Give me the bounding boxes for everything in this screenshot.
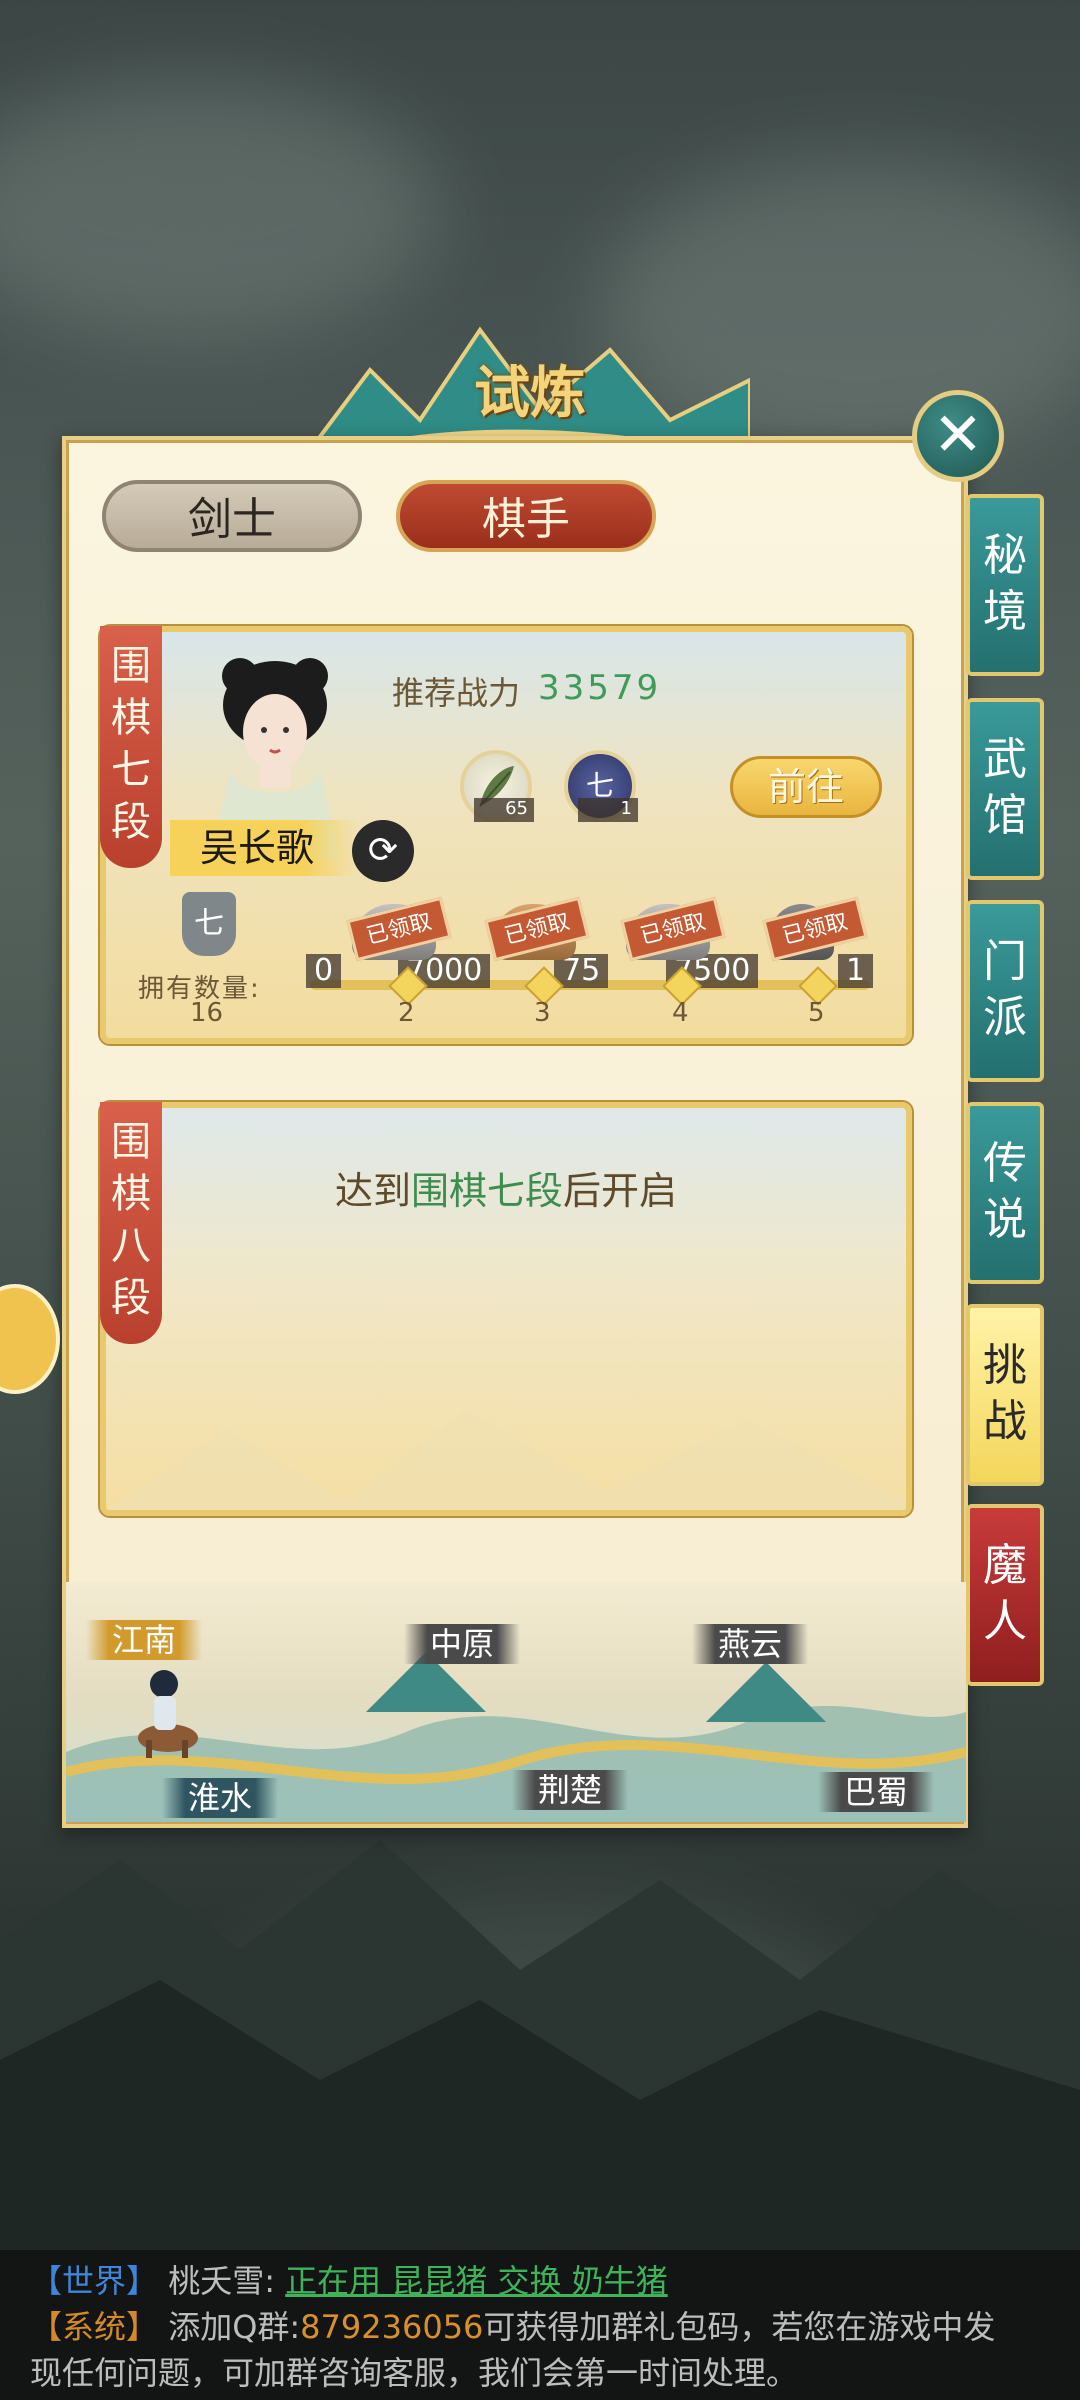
- chat-system-post: 可获得加群礼包码，若您在游戏中发: [483, 2308, 996, 2346]
- close-icon: ✕: [932, 400, 984, 470]
- chat-message-link[interactable]: 正在用 昆昆猪 交换 奶牛猪: [285, 2262, 668, 2300]
- reward-amount-5: 1: [838, 954, 874, 988]
- side-tab-demon[interactable]: 魔人: [966, 1504, 1044, 1686]
- side-tab-martial-hall[interactable]: 武馆: [966, 698, 1044, 880]
- unlock-hint-suffix: 后开启: [563, 1169, 678, 1213]
- player-rider-icon: [138, 1670, 198, 1758]
- node-label-5: 5: [808, 998, 825, 1028]
- chat-line-world: 【世界】 桃夭雪: 正在用 昆昆猪 交换 奶牛猪: [30, 2258, 1050, 2304]
- side-tab-sect[interactable]: 门派: [966, 900, 1044, 1082]
- tab-swordsman[interactable]: 剑士: [102, 480, 362, 552]
- side-tab-secret-realm[interactable]: 秘境: [966, 494, 1044, 676]
- chat-channel-system: 【系统】: [30, 2308, 159, 2346]
- recommend-power-value: 33579: [538, 668, 662, 708]
- chat-user: 桃夭雪:: [168, 2262, 275, 2300]
- map-location-zhongyuan[interactable]: 中原: [404, 1624, 521, 1664]
- herb-count: 65: [474, 798, 534, 822]
- unlock-hint-prefix: 达到: [334, 1169, 411, 1213]
- mountains-bg: [0, 1840, 1080, 2260]
- map-location-jingchu[interactable]: 荆楚: [512, 1770, 629, 1810]
- goto-button[interactable]: 前往: [730, 756, 882, 818]
- chat-channel-world: 【世界】: [30, 2262, 159, 2300]
- node-label-3: 3: [534, 998, 551, 1028]
- chat-qq-number: 879236056: [300, 2308, 484, 2346]
- reward-amount-1: 0: [306, 954, 342, 988]
- side-tab-legend[interactable]: 传说: [966, 1102, 1044, 1284]
- chess-token-owned-icon: 七: [182, 892, 236, 956]
- map-location-jiangnan[interactable]: 江南: [86, 1620, 203, 1660]
- chat-panel[interactable]: 【世界】 桃夭雪: 正在用 昆昆猪 交换 奶牛猪 【系统】 添加Q群:87923…: [0, 2250, 1080, 2400]
- recommend-power-label: 推荐战力: [392, 674, 521, 712]
- side-tab-challenge[interactable]: 挑战: [966, 1304, 1044, 1486]
- map-location-yanyun[interactable]: 燕云: [692, 1624, 809, 1664]
- card-mountain-decoration: [106, 1410, 906, 1510]
- rank-ribbon: 围棋八段: [100, 1102, 162, 1344]
- swap-character-icon[interactable]: ⟳: [352, 820, 414, 882]
- unlock-hint-rank: 围棋七段: [410, 1169, 563, 1213]
- close-button[interactable]: ✕: [912, 390, 1004, 482]
- map-location-huaishui[interactable]: 淮水: [162, 1778, 279, 1818]
- unlock-hint: 达到围棋七段后开启: [100, 1160, 912, 1215]
- node-label-4: 4: [672, 998, 689, 1028]
- rank-ribbon: 围棋七段: [100, 626, 162, 868]
- owned-count-value: 16: [190, 998, 224, 1028]
- node-label-2: 2: [398, 998, 415, 1028]
- chat-bubble-button[interactable]: [0, 1284, 60, 1394]
- rank-title: 围棋八段: [111, 1119, 151, 1321]
- map-location-bashu[interactable]: 巴蜀: [818, 1772, 935, 1812]
- tab-chess-player[interactable]: 棋手: [396, 480, 656, 552]
- rank-title: 围棋七段: [111, 643, 151, 845]
- chat-system-pre: 添加Q群:: [168, 2308, 301, 2346]
- chess-token-count: 1: [578, 798, 638, 822]
- character-name: 吴长歌: [170, 820, 360, 876]
- page-title: 试炼: [474, 360, 586, 426]
- chat-system-line3: 现任何问题，可加群咨询客服，我们会第一时间处理。: [30, 2354, 799, 2392]
- chat-line-system: 【系统】 添加Q群:879236056可获得加群礼包码，若您在游戏中发: [30, 2304, 1050, 2350]
